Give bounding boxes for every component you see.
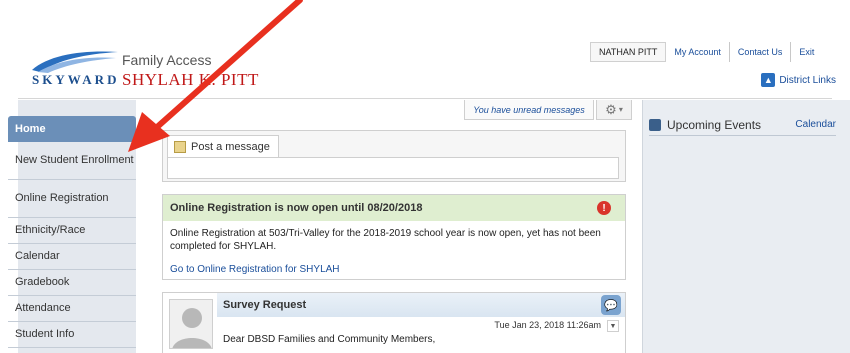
my-account-link[interactable]: My Account [666,42,729,62]
sidebar-item-student-info[interactable]: Student Info [8,322,136,348]
gear-menu-button[interactable]: ⚙ ▾ [596,100,632,120]
unread-messages-link[interactable]: You have unread messages [464,100,594,120]
district-building-icon: ▲ [761,73,776,87]
survey-message: Survey Request 💬 Tue Jan 23, 2018 11:26a… [162,292,626,353]
top-links: NATHAN PITT My Account Contact Us Exit [590,42,822,62]
survey-text: Dear DBSD Families and Community Members… [223,334,436,345]
survey-header: Survey Request 💬 [217,293,625,317]
calendar-icon [649,118,661,131]
post-message-tab[interactable]: Post a message [167,135,279,157]
chat-bubble-icon: 💬 [601,295,621,315]
person-icon [172,308,212,348]
logo-text: SKYWARD [32,72,120,87]
exit-link[interactable]: Exit [790,42,822,62]
avatar [169,299,213,349]
events-calendar-link[interactable]: Calendar [795,119,836,130]
sidebar-item-home[interactable]: Home [8,116,136,142]
user-name: NATHAN PITT [590,42,667,62]
sidebar-item-attendance[interactable]: Attendance [8,296,136,322]
online-registration-link[interactable]: Go to Online Registration for SHYLAH [170,263,618,276]
events-header: Upcoming Events Calendar [649,114,836,136]
registration-text: Online Registration at 503/Tri-Valley fo… [170,228,601,252]
sidebar-item-gradebook[interactable]: Gradebook [8,270,136,296]
app-name: Family Access [122,52,212,68]
registration-body: Online Registration at 503/Tri-Valley fo… [163,221,625,276]
gear-icon: ⚙ [605,101,617,117]
pencil-icon [174,140,186,153]
sidebar-item-new-student-enrollment[interactable]: New Student Enrollment [8,142,136,180]
events-title: Upcoming Events [667,117,762,132]
post-message-input[interactable] [167,157,619,179]
district-links-label: District Links [779,74,836,86]
upcoming-events-panel: Upcoming Events Calendar [642,100,850,353]
student-name: SHYLAH K. PITT [122,70,259,89]
post-message-panel: Post a message [162,130,626,182]
chevron-down-icon: ▼ [609,322,617,330]
survey-title: Survey Request [223,299,307,311]
header-divider [18,98,832,99]
alert-icon: ! [597,201,611,215]
survey-options-button[interactable]: ▼ [607,320,619,332]
survey-date: Tue Jan 23, 2018 11:26am [494,320,601,330]
registration-title: Online Registration is now open until 08… [170,202,423,214]
contact-us-link[interactable]: Contact Us [728,42,791,62]
district-links-button[interactable]: ▲ District Links [761,73,836,87]
registration-notice: Online Registration is now open until 08… [162,194,626,280]
sidebar-item-online-registration[interactable]: Online Registration [8,180,136,218]
skyward-swoosh-icon [32,51,118,73]
skyward-logo: SKYWARD [30,48,120,87]
sidebar-item-ethnicity-race[interactable]: Ethnicity/Race [8,218,136,244]
chevron-down-icon: ▾ [618,105,623,114]
registration-header: Online Registration is now open until 08… [163,195,625,221]
post-message-label: Post a message [191,140,270,153]
sidebar-item-calendar[interactable]: Calendar [8,244,136,270]
